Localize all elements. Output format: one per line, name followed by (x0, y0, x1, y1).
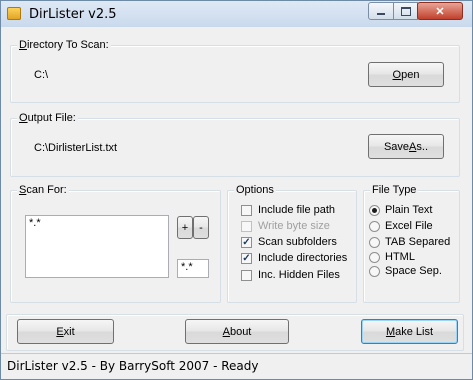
maximize-icon (400, 6, 411, 16)
radio-dot (369, 265, 380, 277)
minimize-button[interactable] (368, 2, 394, 20)
remove-pattern-button[interactable]: - (193, 216, 209, 239)
checkbox-label: Include directories (258, 252, 348, 264)
make-list-button[interactable]: Make List (361, 319, 458, 344)
checkbox-box (241, 220, 252, 232)
directory-group-label: Directory To Scan: (17, 39, 111, 52)
radio-label: Plain Text (385, 204, 433, 216)
status-text: DirLister v2.5 - By BarrySoft 2007 - Rea… (7, 359, 259, 373)
tab-separed-radio[interactable]: TAB Separed (369, 236, 450, 248)
app-icon (7, 7, 21, 20)
radio-label: Space Sep. (385, 265, 442, 277)
include-file-path-checkbox[interactable]: Include file path (241, 204, 335, 216)
scan-subfolders-checkbox[interactable]: ✓ Scan subfolders (241, 236, 337, 248)
checkbox-box: ✓ (241, 252, 252, 264)
list-item[interactable]: *.* (26, 216, 168, 230)
open-button[interactable]: Open (368, 62, 444, 87)
about-button[interactable]: About (185, 319, 289, 344)
pattern-input[interactable]: *.* (177, 259, 209, 278)
close-icon: ✕ (435, 5, 445, 18)
radio-label: Excel File (385, 220, 433, 232)
radio-label: HTML (385, 251, 415, 263)
minimize-icon (377, 13, 385, 15)
checkbox-label: Write byte size (258, 220, 330, 232)
file-type-group-label: File Type (370, 184, 419, 197)
options-group-label: Options (234, 184, 276, 197)
title-bar[interactable]: DirLister v2.5 ✕ (1, 1, 472, 27)
exit-button[interactable]: Exit (17, 319, 114, 344)
radio-label: TAB Separed (385, 236, 451, 248)
radio-dot (369, 220, 380, 232)
excel-file-radio[interactable]: Excel File (369, 220, 433, 232)
checkbox-label: Scan subfolders (258, 236, 337, 248)
scan-group-label: Scan For: (17, 184, 69, 197)
radio-dot (369, 236, 380, 248)
write-byte-size-checkbox[interactable]: Write byte size (241, 220, 330, 232)
output-path-text: C:\DirlisterList.txt (34, 142, 118, 154)
directory-path-text: C:\ (34, 69, 49, 81)
checkbox-label: Include file path (258, 204, 336, 216)
space-sep-radio[interactable]: Space Sep. (369, 265, 442, 277)
plain-text-radio[interactable]: Plain Text (369, 204, 433, 216)
inc-hidden-files-checkbox[interactable]: Inc. Hidden Files (241, 269, 340, 281)
close-button[interactable]: ✕ (417, 2, 463, 20)
checkbox-box (241, 204, 252, 216)
radio-dot (369, 251, 380, 263)
output-group-label: Output File: (17, 112, 78, 125)
include-directories-checkbox[interactable]: ✓ Include directories (241, 252, 347, 264)
radio-dot (369, 204, 380, 216)
checkbox-label: Inc. Hidden Files (258, 269, 340, 281)
maximize-button[interactable] (393, 2, 418, 20)
add-pattern-button[interactable]: + (177, 216, 193, 239)
dirlister-window: DirLister v2.5 ✕ Directory To Scan: C:\ … (0, 0, 473, 380)
html-radio[interactable]: HTML (369, 251, 415, 263)
checkbox-box (241, 269, 252, 281)
save-as-button[interactable]: Save As.. (368, 134, 444, 159)
status-bar: DirLister v2.5 - By BarrySoft 2007 - Rea… (1, 353, 472, 379)
window-title: DirLister v2.5 (29, 7, 117, 22)
scan-patterns-list[interactable]: *.* (25, 215, 169, 278)
checkbox-box: ✓ (241, 236, 252, 248)
